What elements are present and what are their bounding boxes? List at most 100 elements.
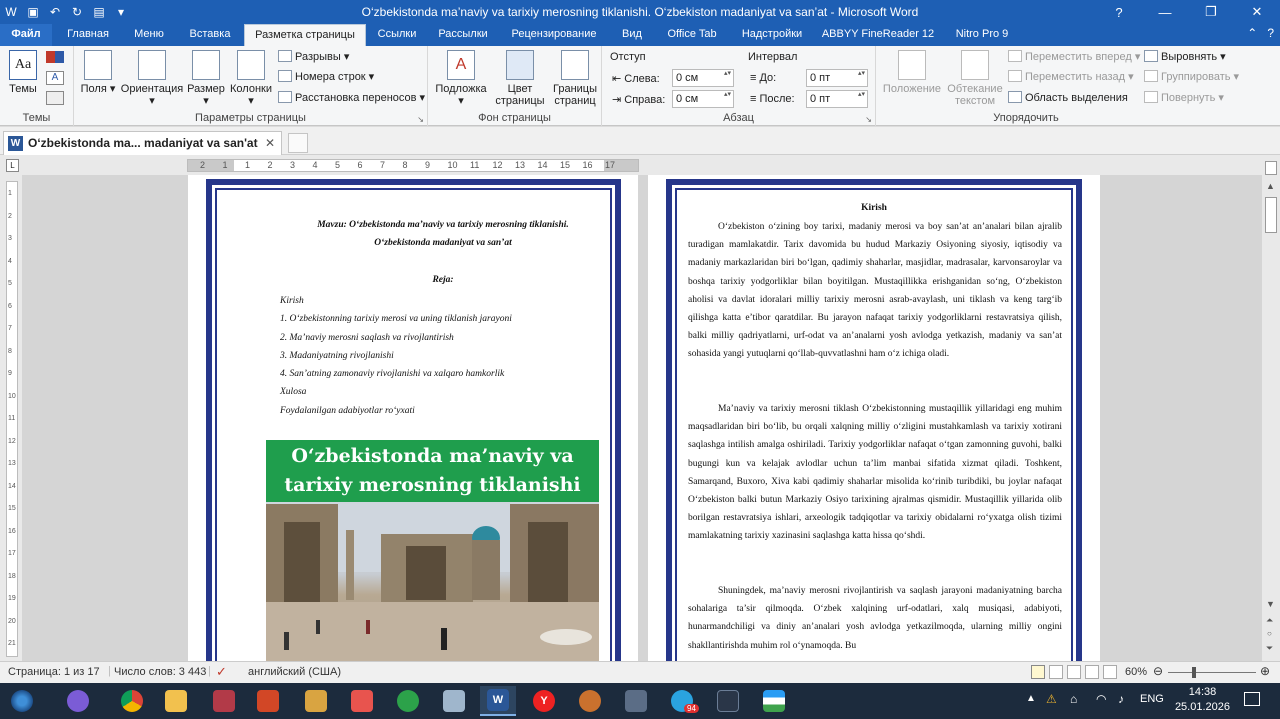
zoom-slider-thumb[interactable]	[1192, 667, 1197, 678]
browse-object-icon[interactable]: ○	[1267, 629, 1272, 638]
tab-selector-icon[interactable]: L	[6, 159, 19, 172]
taskbar-app-5[interactable]	[436, 686, 472, 716]
tray-expand-icon[interactable]: ▲	[1026, 693, 1036, 704]
scrollbar-thumb[interactable]	[1265, 197, 1277, 233]
scroll-up-icon[interactable]: ▲	[1266, 181, 1275, 191]
taskbar-app-3[interactable]	[344, 686, 380, 716]
draft-view-icon[interactable]	[1103, 665, 1117, 679]
taskbar-powerpoint[interactable]	[250, 686, 286, 716]
page-setup-launcher-icon[interactable]: ↘	[417, 115, 424, 124]
spacing-after-input[interactable]: 0 пт	[806, 90, 868, 108]
close-button[interactable]: ✕	[1234, 0, 1280, 24]
hyphenation-button[interactable]: Расстановка переносов ▾	[278, 89, 425, 107]
taskbar-chrome[interactable]	[114, 686, 150, 716]
taskbar-app-4[interactable]	[390, 686, 426, 716]
indent-left-input[interactable]: 0 см	[672, 69, 734, 87]
notifications-icon[interactable]	[1244, 692, 1260, 706]
help-circle-icon[interactable]: ?	[1267, 26, 1274, 40]
page-color-button[interactable]: Цвет страницы	[490, 50, 550, 107]
taskbar-app-save[interactable]	[206, 686, 242, 716]
taskbar-app-6[interactable]	[572, 686, 608, 716]
taskbar-app-8[interactable]	[710, 686, 746, 716]
indent-right-input[interactable]: 0 см	[672, 90, 734, 108]
orientation-button[interactable]: Ориентация ▾	[120, 50, 184, 107]
full-screen-reading-icon[interactable]	[1049, 665, 1063, 679]
zoom-in-icon[interactable]: ⊕	[1260, 664, 1270, 678]
themes-button[interactable]: Aa Темы	[4, 50, 42, 95]
taskbar-app-1[interactable]	[60, 686, 96, 716]
restore-button[interactable]: ❐	[1188, 0, 1234, 24]
send-backward-button[interactable]: Переместить назад ▾	[1008, 68, 1134, 86]
group-objects-button[interactable]: Группировать ▾	[1144, 68, 1239, 86]
tab-nitro[interactable]: Nitro Pro 9	[944, 24, 1020, 46]
columns-button[interactable]: Колонки ▾	[228, 50, 274, 107]
tab-view[interactable]: Вид	[612, 24, 652, 46]
position-button[interactable]: Положение	[880, 50, 944, 95]
spacing-before-input[interactable]: 0 пт	[806, 69, 868, 87]
theme-colors-icon[interactable]	[46, 51, 64, 63]
align-button[interactable]: Выровнять ▾	[1144, 48, 1226, 66]
taskbar-word[interactable]: W	[480, 686, 516, 716]
page-2[interactable]: Kirish O‘zbekiston o‘zining boy tarixi, …	[648, 175, 1100, 661]
tab-insert[interactable]: Вставка	[178, 24, 242, 46]
selection-pane-button[interactable]: Область выделения	[1008, 89, 1128, 107]
close-tab-icon[interactable]: ✕	[265, 132, 275, 154]
taskbar-app-2[interactable]	[298, 686, 334, 716]
rotate-button[interactable]: Повернуть ▾	[1144, 89, 1224, 107]
outline-view-icon[interactable]	[1085, 665, 1099, 679]
tab-office-tab[interactable]: Office Tab	[656, 24, 728, 46]
warning-icon[interactable]: ⚠	[1046, 692, 1057, 706]
wrap-text-button[interactable]: Обтекание текстом	[944, 50, 1006, 107]
zoom-out-icon[interactable]: ⊖	[1153, 664, 1163, 678]
taskbar-app-9[interactable]	[756, 686, 792, 716]
theme-effects-icon[interactable]	[46, 91, 64, 105]
scroll-down-icon[interactable]: ▼	[1266, 599, 1275, 609]
taskbar-explorer[interactable]	[158, 686, 194, 716]
language-indicator[interactable]: ENG	[1140, 693, 1164, 705]
page-borders-button[interactable]: Границы страниц	[550, 50, 600, 107]
tab-mailings[interactable]: Рассылки	[430, 24, 496, 46]
zoom-level[interactable]: 60%	[1125, 666, 1147, 678]
document-tab[interactable]: W O‘zbekistonda ma... madaniyat va san'a…	[3, 131, 282, 155]
network-icon[interactable]: ⌂	[1070, 692, 1077, 706]
tab-abbyy[interactable]: ABBYY FineReader 12	[816, 24, 940, 46]
prev-page-icon[interactable]: ⏶	[1266, 615, 1273, 626]
view-ruler-toggle-icon[interactable]	[1265, 161, 1277, 175]
help-icon[interactable]: ?	[1096, 0, 1142, 24]
clock[interactable]: 14:38 25.01.2026	[1175, 685, 1230, 715]
page-1[interactable]: Mavzu: O‘zbekistonda ma’naviy va tarixiy…	[188, 175, 638, 661]
paragraph-launcher-icon[interactable]: ↘	[865, 115, 872, 124]
collapse-ribbon-icon[interactable]: ⌃	[1247, 26, 1257, 40]
tab-review[interactable]: Рецензирование	[500, 24, 608, 46]
new-tab-button[interactable]	[288, 133, 308, 153]
horizontal-ruler[interactable]: 2 1 1 2 3 4 5 6 7 8 9 10 11 12 13 14 15 16 17	[187, 159, 639, 172]
size-button[interactable]: Размер ▾	[186, 50, 226, 107]
next-page-icon[interactable]: ⏷	[1266, 643, 1273, 654]
web-layout-icon[interactable]	[1067, 665, 1081, 679]
wifi-icon[interactable]: ◠	[1096, 692, 1106, 706]
zoom-slider[interactable]	[1168, 672, 1256, 673]
proofing-icon[interactable]: ✓	[216, 664, 227, 680]
tab-file[interactable]: Файл	[0, 24, 52, 46]
theme-fonts-icon[interactable]: A	[46, 71, 64, 85]
page-count[interactable]: Страница: 1 из 17	[8, 666, 100, 678]
line-numbers-button[interactable]: Номера строк ▾	[278, 68, 374, 86]
margins-button[interactable]: Поля ▾	[80, 50, 116, 95]
tab-addins[interactable]: Надстройки	[732, 24, 812, 46]
taskbar-telegram[interactable]: 94	[664, 686, 700, 716]
watermark-button[interactable]: A Подложка ▾	[432, 50, 490, 107]
vertical-scrollbar[interactable]: ▲ ▼ ⏶ ○ ⏷	[1262, 155, 1280, 661]
bring-forward-button[interactable]: Переместить вперед ▾	[1008, 48, 1140, 66]
breaks-button[interactable]: Разрывы ▾	[278, 48, 349, 66]
word-count[interactable]: Число слов: 3 443	[114, 666, 206, 678]
minimize-button[interactable]: —	[1142, 0, 1188, 24]
vertical-ruler[interactable]: 1 2 3 4 5 6 7 8 9 10 11 12 13 14 15 16 17 18 19 20 21	[6, 181, 18, 657]
tab-menu[interactable]: Меню	[122, 24, 176, 46]
language[interactable]: английский (США)	[248, 666, 341, 678]
tab-page-layout[interactable]: Разметка страницы	[244, 24, 366, 46]
taskbar-yandex[interactable]: Y	[526, 686, 562, 716]
start-button[interactable]	[4, 686, 40, 716]
document-area[interactable]: Mavzu: O‘zbekistonda ma’naviy va tarixiy…	[22, 175, 1262, 661]
print-layout-icon[interactable]	[1031, 665, 1045, 679]
volume-icon[interactable]: ♪	[1118, 692, 1124, 706]
